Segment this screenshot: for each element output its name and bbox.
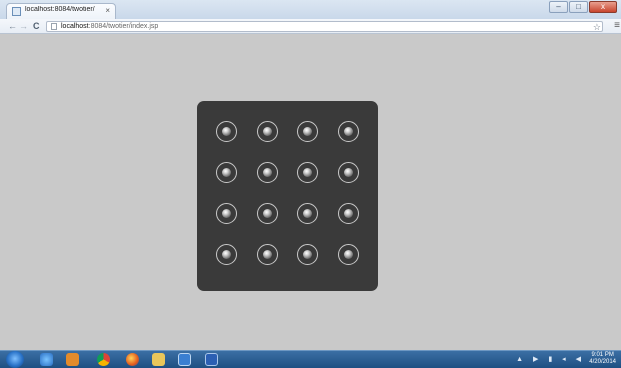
browser-tab[interactable]: localhost:8084/twotier/in × [6,3,116,19]
outlook-icon[interactable] [66,353,79,366]
url-path: :8084/twotier/index.jsp [88,23,159,30]
word-icon[interactable] [205,353,218,366]
firefox-icon[interactable] [126,353,139,366]
button-knob-icon [343,209,353,218]
bookmark-star-icon[interactable]: ☆ [593,22,601,32]
reload-icon[interactable]: C [33,20,40,32]
button-knob-icon [303,209,312,218]
button-knob-icon [222,168,231,177]
pad-button-r3c3[interactable] [297,203,318,224]
tab-title: localhost:8084/twotier/in [25,6,95,13]
button-knob-icon [303,250,312,259]
pad-button-r2c2[interactable] [256,162,278,183]
url-host: localhost [61,23,89,30]
button-knob-icon [303,127,312,136]
button-knob-icon [222,250,231,259]
maximize-button[interactable]: □ [569,1,588,13]
pad-button-r4c3[interactable] [297,244,318,265]
minimize-button[interactable]: – [549,1,568,13]
pad-button-r1c2[interactable] [256,121,278,142]
system-tray[interactable]: ▲ ▶ ▮ ◂ ◀ [516,355,585,363]
pad-button-r2c4[interactable] [337,162,359,183]
page-content [0,34,621,350]
clock-time: 9:01 PM [591,352,614,358]
chrome-menu-icon[interactable]: ≡ [614,20,620,32]
forward-arrow-icon[interactable]: → [19,20,28,32]
pad-button-r4c1[interactable] [216,244,237,265]
virtualbox-icon[interactable] [178,353,191,366]
pad-button-r2c3[interactable] [297,162,318,183]
pad-button-r3c1[interactable] [216,203,237,224]
chrome-icon[interactable] [97,353,110,366]
clock[interactable]: 9:01 PM 4/20/2014 [589,352,616,366]
clock-date: 4/20/2014 [589,359,616,365]
address-bar[interactable]: localhost:8084/twotier/index.jsp ☆ [46,21,603,32]
pad-button-r2c1[interactable] [216,162,237,183]
page-favicon-icon [12,7,21,16]
button-knob-icon [222,209,231,218]
button-knob-icon [343,127,353,136]
button-pad [197,101,378,291]
pad-button-r4c4[interactable] [337,244,359,265]
pad-button-r1c1[interactable] [216,121,237,142]
taskbar: ▲ ▶ ▮ ◂ ◀ 9:01 PM 4/20/2014 [0,350,621,368]
internet-explorer-icon[interactable] [40,353,53,366]
button-knob-icon [343,168,353,177]
pad-button-r4c2[interactable] [256,244,278,265]
pad-button-r1c4[interactable] [337,121,359,142]
browser-toolbar: ← → C localhost:8084/twotier/index.jsp ☆ [0,19,621,34]
pad-button-r1c3[interactable] [297,121,318,142]
button-knob-icon [343,250,353,259]
start-button[interactable] [6,351,24,368]
button-knob-icon [262,209,272,218]
pad-button-r3c4[interactable] [337,203,359,224]
button-knob-icon [262,168,272,177]
pad-button-r3c2[interactable] [256,203,278,224]
button-knob-icon [303,168,312,177]
tab-close-icon[interactable]: × [105,5,110,17]
file-explorer-icon[interactable] [152,353,165,366]
back-arrow-icon[interactable]: ← [8,20,17,32]
button-knob-icon [262,250,272,259]
url-text[interactable]: localhost:8084/twotier/index.jsp [61,22,158,31]
close-window-button[interactable]: x [589,1,617,13]
page-icon [51,23,57,30]
button-knob-icon [222,127,231,136]
title-bar: localhost:8084/twotier/in × – □ x [0,0,621,19]
window-controls: – □ x [549,1,617,13]
button-knob-icon [262,127,272,136]
